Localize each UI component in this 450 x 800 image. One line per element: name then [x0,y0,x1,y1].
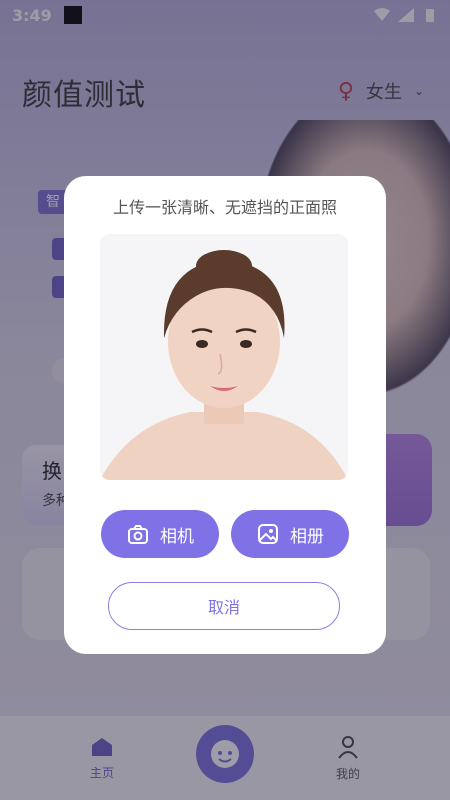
album-button-label: 相册 [290,526,324,546]
upload-dialog: 上传一张清晰、无遮挡的正面照 相机 相册 取消 [64,176,386,654]
image-icon [258,524,278,544]
album-button[interactable]: 相册 [231,510,349,558]
camera-button-label: 相机 [160,526,194,546]
dialog-title: 上传一张清晰、无遮挡的正面照 [112,198,337,217]
sample-portrait-illustration [100,234,348,480]
camera-icon [128,525,148,544]
cancel-button[interactable]: 取消 [108,582,340,630]
camera-button[interactable]: 相机 [101,510,219,558]
sample-face-photo [100,234,348,480]
